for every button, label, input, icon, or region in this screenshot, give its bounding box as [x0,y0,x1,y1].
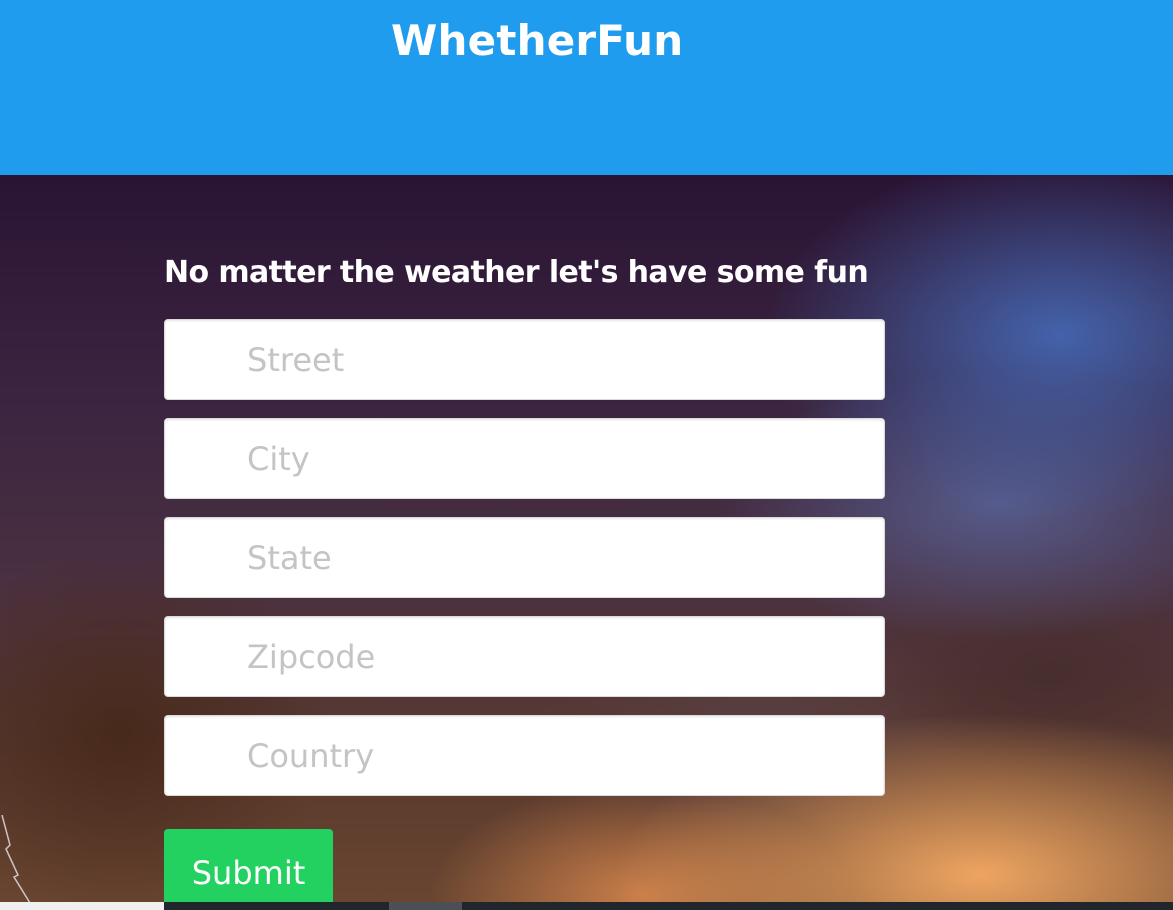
zipcode-input[interactable] [164,616,885,697]
street-input[interactable] [164,319,885,400]
hero-tagline: No matter the weather let's have some fu… [164,255,869,290]
top-header: WhetherFun [0,0,1173,175]
country-input[interactable] [164,715,885,796]
bottom-edge-left [0,902,164,910]
city-input[interactable] [164,418,885,499]
submit-button[interactable]: Submit [164,829,333,910]
state-input[interactable] [164,517,885,598]
bottom-scroll-strip [164,902,1173,910]
brand-title: WhetherFun [391,16,684,65]
lightning-decoration [1,815,31,904]
bottom-strip-segment [389,902,462,910]
